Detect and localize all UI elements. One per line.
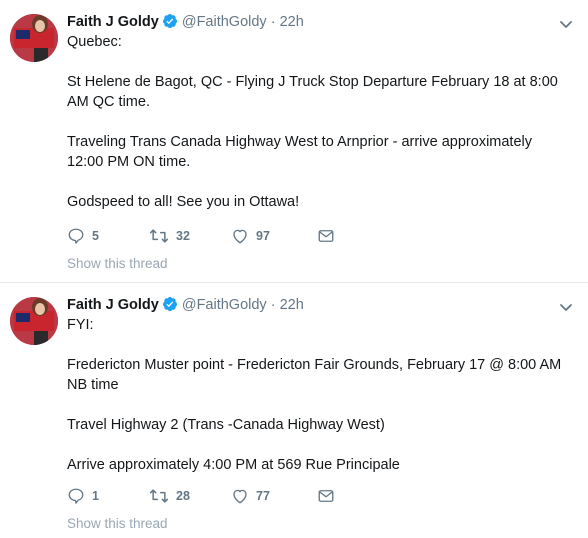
chevron-down-icon[interactable] [558, 299, 574, 315]
tweet-text: Quebec: St Helene de Bagot, QC - Flying … [67, 32, 568, 232]
retweet-count: 28 [176, 489, 190, 503]
reply-button[interactable]: 1 [67, 487, 149, 505]
avatar[interactable] [10, 14, 58, 62]
like-count: 97 [256, 229, 270, 243]
author-handle[interactable]: @FaithGoldy [182, 14, 267, 30]
reply-count: 5 [92, 229, 99, 243]
reply-button[interactable]: 5 [67, 227, 149, 245]
tweet[interactable]: Faith J Goldy @FaithGoldy · 22h Quebec: S… [0, 0, 588, 283]
tweet[interactable]: Faith J Goldy @FaithGoldy · 22h FYI: Fred… [0, 283, 588, 538]
chevron-down-icon[interactable] [558, 16, 574, 32]
tweet-paragraph: Quebec: [67, 34, 122, 50]
like-icon [231, 227, 249, 245]
reply-count: 1 [92, 489, 99, 503]
direct-message-icon [317, 487, 335, 505]
retweet-count: 32 [176, 229, 190, 243]
tweet-actions: 5 32 97 [67, 224, 335, 248]
tweet-paragraph: Travel Highway 2 (Trans -Canada Highway … [67, 417, 385, 433]
direct-message-icon [317, 227, 335, 245]
timestamp[interactable]: 22h [280, 297, 304, 313]
show-thread-link[interactable]: Show this thread [67, 256, 168, 271]
tweet-paragraph: Traveling Trans Canada Highway West to A… [67, 134, 532, 170]
retweet-button[interactable]: 28 [149, 487, 231, 505]
direct-message-button[interactable] [317, 227, 335, 245]
direct-message-button[interactable] [317, 487, 335, 505]
author-handle[interactable]: @FaithGoldy [182, 297, 267, 313]
author-name[interactable]: Faith J Goldy [67, 297, 159, 313]
timestamp[interactable]: 22h [280, 14, 304, 30]
tweet-paragraph: FYI: [67, 317, 94, 333]
retweet-icon [149, 487, 169, 505]
separator: · [270, 297, 276, 313]
tweet-paragraph: Godspeed to all! See you in Ottawa! [67, 194, 300, 210]
reply-icon [67, 227, 85, 245]
reply-icon [67, 487, 85, 505]
avatar[interactable] [10, 297, 58, 345]
retweet-icon [149, 227, 169, 245]
like-button[interactable]: 77 [231, 487, 317, 505]
like-button[interactable]: 97 [231, 227, 317, 245]
show-thread-link[interactable]: Show this thread [67, 516, 168, 531]
retweet-button[interactable]: 32 [149, 227, 231, 245]
tweet-actions: 1 28 77 [67, 484, 335, 508]
tweet-paragraph: St Helene de Bagot, QC - Flying J Truck … [67, 74, 558, 110]
author-name[interactable]: Faith J Goldy [67, 14, 159, 30]
like-icon [231, 487, 249, 505]
separator: · [270, 14, 276, 30]
tweet-paragraph: Fredericton Muster point - Fredericton F… [67, 357, 562, 393]
tweet-paragraph: Arrive approximately 4:00 PM at 569 Rue … [67, 457, 400, 473]
tweet-text: FYI: Fredericton Muster point - Frederic… [67, 315, 568, 495]
like-count: 77 [256, 489, 270, 503]
